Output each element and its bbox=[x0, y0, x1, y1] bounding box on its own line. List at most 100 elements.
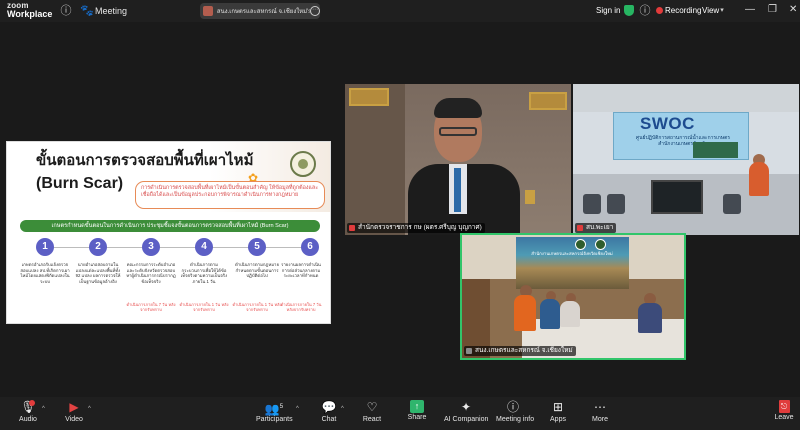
chat-chevron-icon[interactable]: ^ bbox=[341, 406, 344, 412]
video-off-icon: ▶ bbox=[69, 400, 79, 414]
more-icon[interactable]: ⋯ bbox=[310, 6, 320, 16]
meeting-info-label: Meeting info bbox=[496, 416, 535, 423]
participants-button[interactable]: 👥5 Participants bbox=[256, 400, 293, 423]
share-button[interactable]: ↑ Share bbox=[405, 400, 429, 421]
sign-in-link[interactable]: Sign in bbox=[596, 6, 620, 15]
chat-button[interactable]: 💬 Chat bbox=[318, 400, 340, 423]
logo-line2: Workplace bbox=[7, 9, 53, 19]
share-label: Share bbox=[407, 414, 427, 421]
participants-icon: 👥5 bbox=[264, 402, 284, 416]
shared-screen-slide: ขั้นตอนการตรวจสอบพื้นที่เผาไหม้ (Burn Sc… bbox=[6, 141, 331, 324]
video-tile-phayao[interactable]: SWOC ศูนย์ปฏิบัติการสถานการณ์น้ำและการเก… bbox=[573, 84, 799, 235]
ai-companion-label: AI Companion bbox=[444, 416, 489, 423]
chat-icon: 💬 bbox=[321, 400, 337, 414]
emblem-icon bbox=[595, 239, 606, 250]
slide-note: การดำเนินการตรวจสอบพื้นที่เผาไหม้เป็นขั้… bbox=[135, 181, 325, 209]
react-button[interactable]: ♡ React bbox=[360, 400, 384, 423]
step-6-time: ดำเนินการภายใน 7 วัน หลังจากรับทราบ bbox=[280, 302, 322, 313]
zoom-logo: zoom Workplace bbox=[7, 1, 52, 19]
muted-badge-icon bbox=[29, 400, 35, 406]
minimize-icon[interactable]: — bbox=[745, 4, 755, 15]
chat-label: Chat bbox=[321, 416, 337, 423]
step-6-text: รายงานผลการดำเนินการต่อส่วนกลางตามระยะเว… bbox=[281, 262, 321, 279]
more-button[interactable]: ⋯ More bbox=[588, 400, 612, 423]
step-1-text: เกษตรอำเภอรับแจ้งตรวจสอบแปลง สป.ที่เกิดก… bbox=[20, 262, 70, 284]
tv-screen bbox=[651, 180, 703, 214]
participants-count: 5 bbox=[279, 404, 284, 410]
step-1-number: 1 bbox=[36, 238, 54, 256]
ai-companion-button[interactable]: ✦ AI Companion bbox=[444, 400, 488, 423]
wood-panel bbox=[345, 84, 405, 235]
banner-title: SWOC bbox=[640, 114, 695, 133]
paw-icon[interactable]: 🐾 bbox=[80, 5, 94, 17]
share-pill-text: สนง.เกษตรและสหกรณ์ จ.เชียงใหม่'s scree bbox=[216, 9, 311, 15]
participant-body bbox=[749, 162, 769, 196]
apps-button[interactable]: ⊞ Apps bbox=[546, 400, 570, 423]
participant-glasses bbox=[439, 127, 477, 136]
participant-body bbox=[540, 299, 560, 329]
ministry-seal-icon bbox=[290, 151, 316, 177]
chevron-down-icon[interactable]: ▾ bbox=[716, 5, 728, 17]
step-3-text: คณะกรรมการระดับอำเภอและระดับจังหวัดตรวจส… bbox=[126, 262, 176, 284]
step-4-number: 4 bbox=[195, 238, 213, 256]
recording-dot-icon bbox=[656, 7, 663, 14]
participant-body bbox=[514, 295, 536, 331]
leave-label: Leave bbox=[774, 414, 794, 421]
step-4-time: ดำเนินการภายใน 1 วัน หลังจากรับทราบ bbox=[179, 302, 229, 313]
meeting-info-button[interactable]: ⓘ Meeting info bbox=[496, 400, 535, 423]
audio-options-chevron-icon[interactable]: ^ bbox=[42, 406, 45, 412]
video-label: Video bbox=[65, 416, 83, 423]
participant-nameplate: สนง.เกษตรและสหกรณ์ จ.เชียงใหม่ bbox=[464, 346, 576, 356]
participant-body bbox=[560, 301, 580, 327]
step-5-time: ดำเนินการภายใน 1 วัน หลังจากรับทราบ bbox=[232, 302, 282, 313]
more-dots-icon: ⋯ bbox=[594, 400, 606, 414]
chair bbox=[583, 194, 601, 214]
participants-chevron-icon[interactable]: ^ bbox=[296, 406, 299, 412]
step-3-number: 3 bbox=[142, 238, 160, 256]
audio-label: Audio bbox=[19, 416, 37, 423]
room-ceiling bbox=[573, 84, 799, 112]
sparkle-icon: ✦ bbox=[460, 400, 472, 414]
security-shield-icon[interactable] bbox=[624, 5, 634, 16]
info-circle-icon: ⓘ bbox=[506, 400, 519, 414]
participant-name: สำนักตรวจราชการ กษ (ผตร.ศรีบุญ บุญกาศ) bbox=[358, 224, 482, 231]
screen-share-indicator[interactable]: สนง.เกษตรและสหกรณ์ จ.เชียงใหม่'s scree ⋯ bbox=[200, 3, 320, 19]
picture-frame bbox=[529, 92, 567, 110]
audio-button[interactable]: 🎙 Audio bbox=[14, 400, 42, 423]
picture-frame bbox=[349, 88, 389, 106]
close-icon[interactable]: ✕ bbox=[789, 4, 797, 15]
participant-hair bbox=[434, 98, 482, 118]
leave-door-icon: ⎋ bbox=[778, 400, 790, 413]
banner-image bbox=[693, 142, 738, 158]
muted-mic-icon bbox=[577, 225, 583, 231]
video-options-chevron-icon[interactable]: ^ bbox=[88, 406, 91, 412]
heart-icon: ♡ bbox=[366, 400, 378, 414]
microphone-icon: 🎙 bbox=[20, 400, 36, 414]
desk-flag bbox=[525, 190, 535, 204]
meeting-label[interactable]: Meeting bbox=[95, 6, 127, 16]
step-3-time: ดำเนินการภายใน 7 วัน หลังจากรับทราบ bbox=[126, 302, 176, 313]
react-label: React bbox=[362, 416, 382, 423]
step-6-number: 6 bbox=[301, 238, 319, 256]
restore-icon[interactable]: ❐ bbox=[768, 4, 777, 15]
step-5-text: ดำเนินการตามกฎหมายกำหนดตามขั้นตอนการปฏิบ… bbox=[235, 262, 279, 279]
info-icon[interactable]: ⓘ bbox=[60, 5, 72, 17]
video-tile-inspector[interactable]: สำนักตรวจราชการ กษ (ผตร.ศรีบุญ บุญกาศ) bbox=[345, 84, 571, 235]
leave-button[interactable]: ⎋ Leave bbox=[772, 400, 796, 421]
participant-name: สบ.พะเยา bbox=[586, 224, 614, 231]
chair bbox=[723, 194, 741, 214]
step-5-number: 5 bbox=[248, 238, 266, 256]
info-icon[interactable]: ⓘ bbox=[639, 5, 651, 17]
recording-label[interactable]: Recording bbox=[665, 6, 701, 15]
video-button[interactable]: ▶ Video bbox=[60, 400, 88, 423]
slide-title-line2: (Burn Scar) bbox=[36, 175, 124, 192]
muted-mic-icon bbox=[349, 225, 355, 231]
title-bar: zoom Workplace ⓘ 🐾 Meeting สนง.เกษตรและส… bbox=[0, 0, 800, 22]
meeting-stage: ขั้นตอนการตรวจสอบพื้นที่เผาไหม้ (Burn Sc… bbox=[0, 22, 800, 397]
video-tile-chiangmai[interactable]: สำนักงานเกษตรและสหกรณ์จังหวัดเชียงใหม่ ส… bbox=[460, 233, 686, 360]
office-poster bbox=[516, 237, 629, 289]
step-4-text: ดำเนินการตามกระบวนการเพื่อให้ได้ข้อเท็จจ… bbox=[180, 262, 228, 284]
step-2-text: นายอำเภอสอบถามในแปลงแต่ละแปลงพื้นที่ทั้ง… bbox=[75, 262, 121, 284]
participant-nameplate: สบ.พะเยา bbox=[575, 223, 617, 233]
participants-label: Participants bbox=[256, 416, 293, 423]
